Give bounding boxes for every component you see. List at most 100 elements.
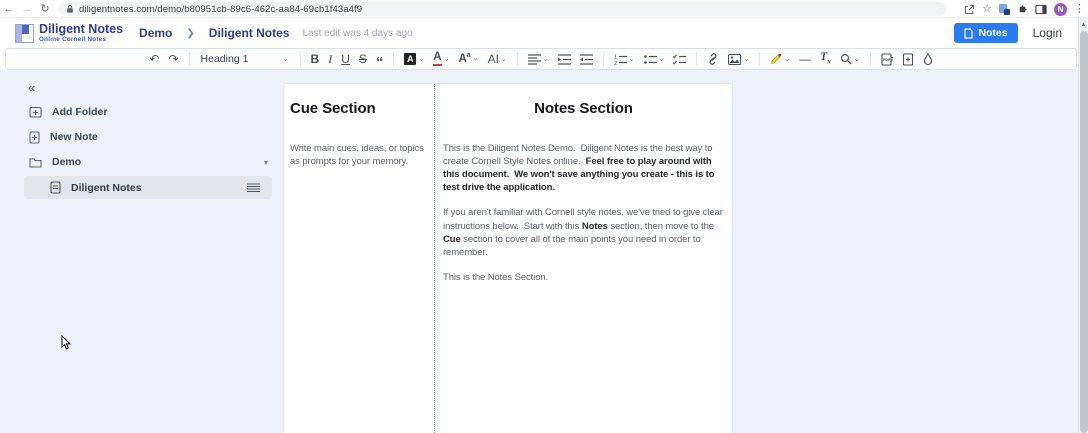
bullet-list-icon [643, 54, 657, 64]
chevron-down-icon: ⌄ [472, 55, 479, 63]
chevron-down-icon: ⌄ [542, 55, 549, 63]
chevron-down-icon: ⌄ [628, 55, 635, 63]
indent-button[interactable] [557, 53, 572, 66]
scrollbar-thumb[interactable] [1080, 31, 1088, 433]
bold-button[interactable]: B [310, 52, 321, 66]
notes-section-heading: Notes Section [534, 100, 633, 117]
new-note-label: New Note [50, 131, 98, 143]
highlighter-icon [771, 53, 782, 64]
reload-icon[interactable]: ↻ [36, 2, 54, 15]
toolbar-divider [393, 52, 395, 66]
svg-text:PDF: PDF [883, 58, 891, 62]
font-color-button[interactable]: A ⌄ [432, 51, 450, 67]
ink-drop-icon [923, 52, 932, 65]
font-family-button[interactable]: AI ⌄ [487, 52, 508, 66]
address-bar[interactable]: diligentnotes.com/demo/b80951cb-89c6-462… [58, 2, 946, 16]
browser-menu-icon[interactable]: ⋮ [1074, 3, 1085, 15]
redo-button[interactable]: ↷ [167, 52, 179, 66]
back-icon[interactable]: ← [0, 3, 18, 15]
chevron-down-icon: ⌄ [418, 55, 425, 63]
sidebar-item-note-diligent-notes[interactable]: Diligent Notes [24, 176, 272, 199]
note-label: Diligent Notes [71, 181, 142, 194]
collapse-sidebar-icon[interactable]: « [28, 80, 35, 95]
export-pdf-button[interactable]: PDF [880, 52, 894, 67]
align-button[interactable]: ⌄ [527, 53, 550, 66]
extensions-puzzle-icon[interactable] [1017, 4, 1028, 15]
document-plus-icon [902, 52, 913, 66]
breadcrumb: Demo ❯ Diligent Notes [139, 26, 289, 40]
font-background-button[interactable]: A ⌄ [403, 52, 425, 66]
share-icon[interactable] [964, 4, 975, 15]
notes-paragraph[interactable]: If you aren't familiar with Cornell styl… [443, 206, 724, 258]
horizontal-rule-button[interactable]: — [798, 52, 812, 66]
image-icon [728, 53, 742, 65]
toolbar-divider [516, 52, 518, 66]
logo-subtitle: Online Cornell Notes [39, 36, 107, 44]
breadcrumb-folder[interactable]: Demo [139, 26, 172, 40]
cue-section-body[interactable]: Write main cues, ideas, or topics as pro… [290, 142, 428, 168]
profile-avatar[interactable]: N [1054, 2, 1067, 16]
font-size-icon: A [458, 53, 467, 66]
sidebar-item-folder-demo[interactable]: Demo ▾ [0, 151, 283, 173]
chevron-down-icon: ⌄ [853, 55, 860, 63]
blockquote-button[interactable]: “ [375, 55, 385, 70]
indent-decrease-icon [579, 53, 593, 65]
folder-plus-icon [29, 106, 42, 118]
folder-chevron-icon[interactable]: ▾ [264, 158, 268, 167]
content-area: « Add Folder New Note Demo ▾ Diligent No… [0, 70, 1078, 433]
toolbar-divider [299, 52, 301, 66]
svg-text:1: 1 [614, 54, 617, 60]
chevron-down-icon: ⌄ [743, 55, 750, 63]
cue-section[interactable]: Cue Section Write main cues, ideas, or t… [284, 84, 434, 433]
notes-paragraph[interactable]: This is the Notes Section. [443, 271, 724, 284]
sidebar-item-new-note[interactable]: New Note [0, 126, 283, 148]
notes-section[interactable]: Notes Section This is the Diligent Notes… [434, 84, 732, 433]
clear-format-button[interactable]: Tx [819, 51, 832, 66]
file-plus-icon [29, 130, 40, 144]
scrollbar-up-arrow[interactable]: ▲ [1079, 18, 1088, 31]
checklist-button[interactable] [672, 53, 687, 66]
toolbar-divider [869, 52, 871, 66]
forward-icon[interactable]: → [18, 3, 36, 15]
breadcrumb-note[interactable]: Diligent Notes [209, 26, 290, 40]
chevron-down-icon: ⌄ [443, 55, 450, 63]
new-document-button[interactable] [901, 52, 915, 67]
sidebar-item-add-folder[interactable]: Add Folder [0, 101, 283, 123]
ink-button[interactable] [922, 52, 934, 67]
outdent-button[interactable] [579, 53, 594, 66]
bookmark-star-icon[interactable]: ☆ [982, 3, 992, 15]
login-link[interactable]: Login [1033, 26, 1062, 40]
link-button[interactable] [706, 52, 720, 66]
indent-increase-icon [557, 53, 571, 65]
breadcrumb-separator-icon: ❯ [186, 27, 195, 39]
page-scrollbar[interactable]: ▲ [1078, 18, 1088, 433]
highlight-button[interactable]: ⌄ [769, 52, 791, 66]
app-logo[interactable]: Diligent Notes Online Cornell Notes [15, 21, 124, 44]
image-button[interactable]: ⌄ [727, 53, 750, 66]
italic-button[interactable]: I [327, 52, 333, 66]
heading-style-select[interactable]: Heading 1 ⌄ [199, 53, 291, 65]
underline-button[interactable]: U [340, 52, 351, 66]
strikethrough-button[interactable]: S [358, 52, 368, 66]
pdf-export-icon: PDF [881, 52, 893, 66]
link-icon [709, 53, 717, 65]
folder-icon [29, 157, 42, 168]
side-panel-icon[interactable] [1035, 4, 1047, 15]
notes-paragraph[interactable]: This is the Diligent Notes Demo. Diligen… [443, 142, 724, 194]
note-menu-icon[interactable] [247, 183, 260, 192]
sidebar: « Add Folder New Note Demo ▾ Diligent No… [0, 70, 283, 433]
font-color-icon: A [433, 52, 442, 66]
last-edit-status: Last edit was 4 days ago [302, 27, 413, 39]
align-left-icon [527, 53, 541, 65]
toolbar-divider [759, 52, 761, 66]
find-replace-button[interactable]: ⌄ [839, 52, 861, 66]
cornell-notes-logo-icon [15, 23, 34, 43]
notes-button[interactable]: Notes [954, 23, 1018, 43]
undo-button[interactable]: ↶ [148, 52, 160, 66]
font-size-button[interactable]: Aa ⌄ [457, 51, 479, 66]
svg-text:2: 2 [614, 61, 617, 65]
ordered-list-button[interactable]: 12 ⌄ [613, 53, 636, 66]
bullet-list-button[interactable]: ⌄ [643, 53, 666, 66]
logo-title: Diligent Notes [39, 21, 124, 36]
extension-icon[interactable] [999, 3, 1010, 15]
